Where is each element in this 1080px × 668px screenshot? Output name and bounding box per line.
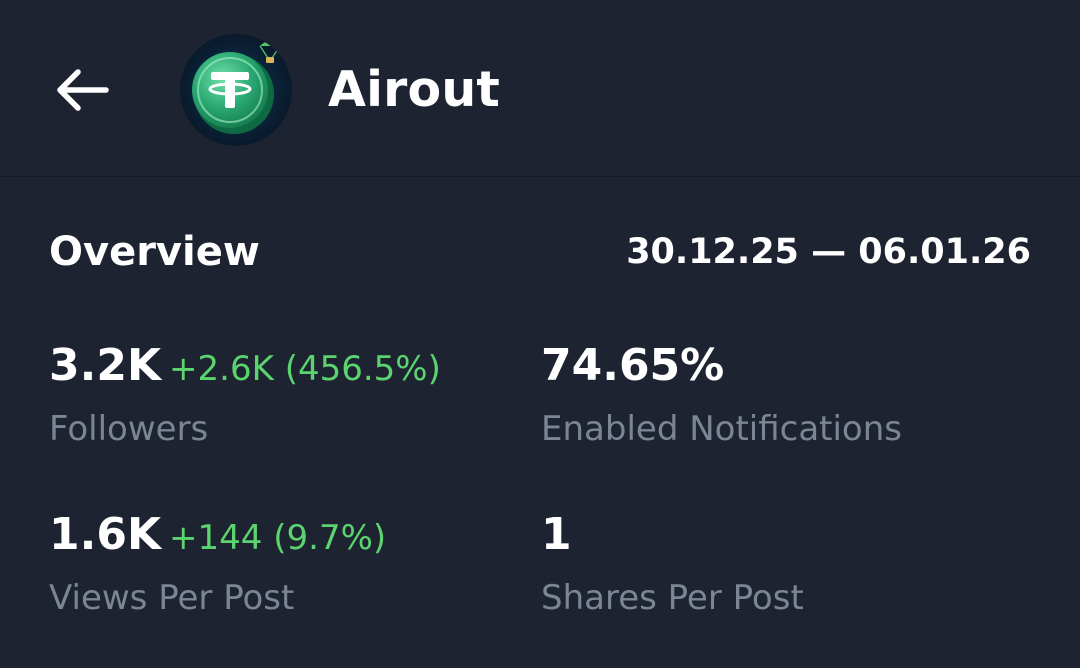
stat-label: Shares Per Post (541, 578, 804, 618)
stat-shares-per-post: 1 Shares Per Post (541, 508, 804, 621)
overview-heading: Overview (49, 229, 260, 275)
stat-delta: +144 (9.7%) (169, 518, 387, 558)
stat-enabled-notifications: 74.65% Enabled Notifications (541, 339, 902, 452)
stat-label: Enabled Notifications (541, 409, 903, 449)
stat-label: Followers (49, 409, 209, 449)
top-bar: Airout (0, 0, 1080, 177)
stat-value: 3.2K (49, 340, 162, 391)
stat-label: Views Per Post (49, 578, 295, 618)
tether-coin-parachute-icon (180, 34, 292, 146)
channel-avatar[interactable] (180, 34, 292, 146)
overview-section: Overview 30.12.25 — 06.01.26 3.2K +2.6K (… (0, 177, 1080, 668)
stat-views-per-post: 1.6K +144 (9.7%) Views Per Post (49, 508, 386, 621)
arrow-left-icon (57, 69, 109, 111)
stat-value: 1.6K (49, 509, 162, 560)
stat-value: 74.65% (541, 340, 725, 391)
stat-followers: 3.2K +2.6K (456.5%) Followers (49, 339, 441, 452)
back-button[interactable] (44, 55, 120, 125)
channel-title: Airout (328, 61, 501, 118)
stat-delta: +2.6K (456.5%) (169, 349, 441, 389)
date-range[interactable]: 30.12.25 — 06.01.26 (626, 229, 1031, 275)
stat-value: 1 (541, 509, 572, 560)
